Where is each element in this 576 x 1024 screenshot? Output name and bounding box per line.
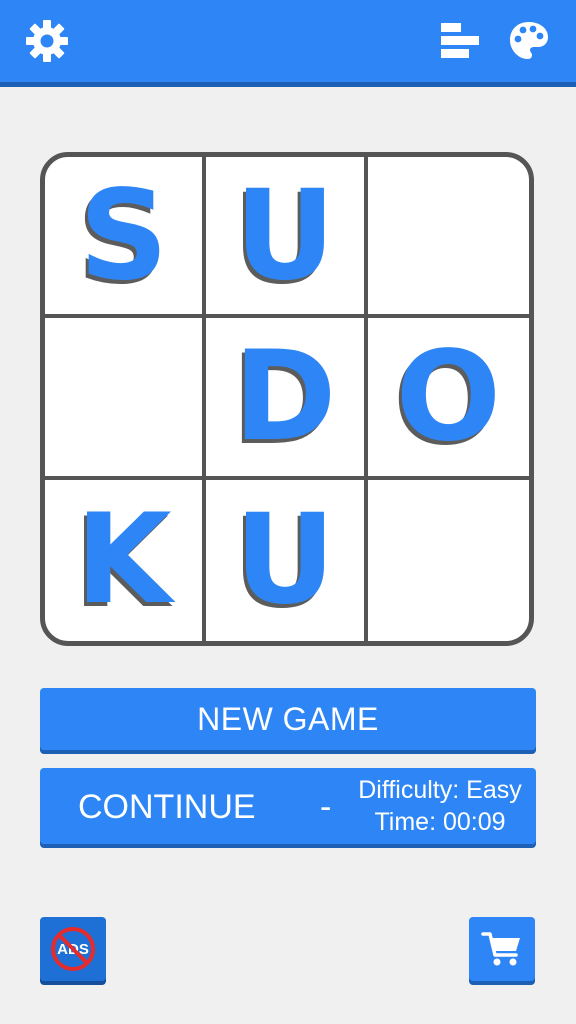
continue-button[interactable]: CONTINUE - Difficulty: Easy Time: 00:09 (40, 768, 536, 844)
new-game-button[interactable]: NEW GAME (40, 688, 536, 750)
new-game-label: NEW GAME (197, 700, 379, 737)
continue-label: CONTINUE (78, 788, 256, 826)
cart-icon (481, 932, 520, 966)
statistics-button[interactable] (437, 18, 483, 64)
gear-icon (26, 20, 68, 62)
logo-cell: S (45, 157, 207, 319)
difficulty-text: Difficulty: Easy (358, 776, 522, 804)
saved-game-info: Difficulty: Easy Time: 00:09 (356, 774, 524, 838)
sudoku-logo-board: S U D O K U (40, 152, 534, 646)
no-ads-icon: ADS (51, 927, 95, 971)
logo-cell (45, 318, 207, 480)
logo-cell (367, 157, 529, 319)
time-text: Time: 00:09 (374, 808, 506, 836)
leaderboard-icon (441, 23, 479, 58)
palette-icon (510, 22, 548, 59)
remove-ads-button[interactable]: ADS (40, 917, 106, 981)
logo-cell: D (206, 318, 368, 480)
shop-button[interactable] (469, 917, 535, 981)
logo-cell: U (206, 157, 368, 319)
continue-separator: - (320, 788, 332, 826)
logo-cell: O (367, 318, 529, 480)
logo-cell (368, 480, 529, 641)
logo-cell: K (45, 479, 207, 641)
settings-button[interactable] (24, 18, 70, 64)
top-bar (0, 0, 576, 87)
theme-button[interactable] (506, 18, 552, 64)
logo-cell: U (206, 479, 368, 641)
